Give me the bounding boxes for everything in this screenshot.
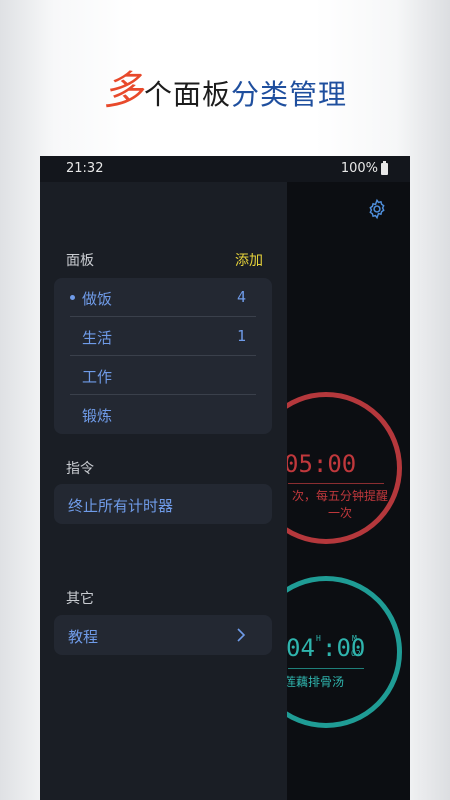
panel-item-count: 1 [236,327,246,345]
status-battery: 100% [340,160,388,176]
timer1-note-line1: 次，每五分钟提醒 [291,489,388,503]
stop-all-timers-button[interactable]: 终止所有计时器 [54,484,272,524]
promo-headline: 多个面板分类管理 [0,58,450,116]
timer1-note: 次，每五分钟提醒 一次 [284,488,396,522]
panel-item-count: 4 [236,288,246,306]
panel-item-label: 工作 [82,368,113,386]
status-bar: 21:32 100% [40,156,410,182]
other-section-title: 其它 [66,591,94,607]
panel-item-exercise[interactable]: 锻炼 [70,395,256,434]
panel-item-life[interactable]: 生活 1 [70,317,256,356]
tutorial-item[interactable]: 教程 [54,615,272,655]
side-drawer: 面板 添加 做饭 4 生活 1 工作 锻炼 指令 终止所有计时器 其它 教程 [40,182,287,800]
panel-item-label: 锻炼 [82,407,113,425]
chevron-right-icon [236,627,246,647]
add-panel-button[interactable]: 添加 [235,250,263,270]
timer2-hours: 04 [286,634,315,662]
timer1-divider [288,483,384,484]
headline-accent: 多 [102,68,144,114]
timer2-note: 莲藕排骨汤 [284,675,345,689]
battery-icon [381,160,388,175]
status-time: 21:32 [66,161,104,176]
timer2-unit-h: H [316,634,321,643]
tutorial-label: 教程 [68,628,99,646]
headline-part2: 分类管理 [231,78,348,111]
panel-item-label: 生活 [82,329,113,347]
stop-all-label: 终止所有计时器 [68,497,174,515]
phone-screen: 21:32 100% 05:00 次，每五分钟提醒 一次 04 H :00 M … [40,156,410,800]
panel-item-label: 做饭 [82,290,113,308]
headline-part1: 个面板 [143,78,231,111]
timer1-note-line2: 一次 [327,506,352,520]
panel-item-cooking[interactable]: 做饭 4 [70,278,256,317]
gear-icon[interactable] [366,198,388,224]
panels-section-title: 面板 [66,253,94,269]
battery-percent: 100% [340,161,378,176]
panel-item-work[interactable]: 工作 [70,356,256,395]
commands-section-title: 指令 [66,461,94,477]
timer2-unit-sub: 02 [351,649,361,658]
panel-list: 做饭 4 生活 1 工作 锻炼 [54,278,272,434]
active-indicator-dot [70,295,75,300]
timer2-unit-m: M [352,634,357,643]
timer1-time: 05:00 [284,450,357,478]
timer2-divider [288,668,364,669]
